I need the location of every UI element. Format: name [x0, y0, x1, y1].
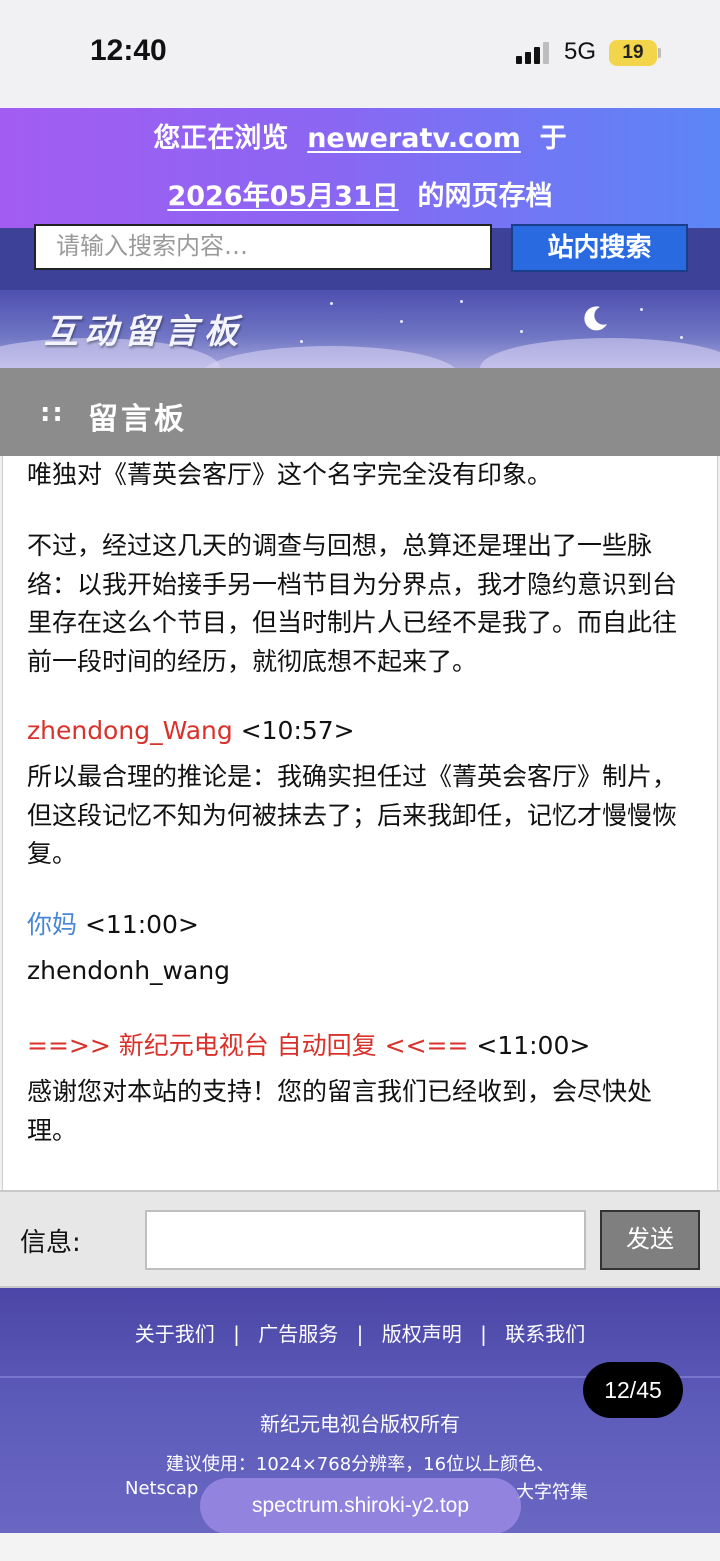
send-button[interactable]: 发送: [600, 1210, 700, 1270]
message-header: ==>> 新纪元电视台 自动回复 <<== <11:00>: [27, 1027, 590, 1065]
message-header: 你妈 <11:00>: [27, 906, 199, 944]
message-text: 唯独对《菁英会客厅》这个名字完全没有印象。: [27, 460, 553, 489]
footer-link-ads[interactable]: 广告服务: [258, 1318, 338, 1347]
message-header: zhendong_Wang <10:57>: [27, 712, 355, 750]
bottom-strip: [0, 1533, 720, 1561]
status-bar: 12:40 5G 19: [0, 0, 720, 108]
network-type: 5G: [564, 38, 597, 65]
message-list[interactable]: 唯独对《菁英会客厅》这个名字完全没有印象。 不过，经过这几天的调查与回想，总算还…: [2, 456, 718, 1190]
message-time: <10:57>: [240, 716, 355, 745]
browser-suggestion-end: 大字符集: [516, 1482, 588, 1503]
domain-pill[interactable]: spectrum.shiroki-y2.top: [200, 1478, 521, 1534]
archive-banner: 您正在浏览 neweratv.com 于 2026年05月31日 的网页存档: [0, 108, 720, 228]
message-input[interactable]: [145, 1210, 586, 1270]
message-time: <11:00>: [84, 910, 199, 939]
message-author: ==>> 新纪元电视台 自动回复 <<==: [27, 1031, 469, 1060]
cellular-signal-icon: [516, 42, 554, 64]
message-author[interactable]: 你妈: [27, 910, 77, 939]
search-bar: 请输入搜索内容… 站内搜索: [0, 224, 720, 290]
message-text: 所以最合理的推论是：我确实担任过《菁英会客厅》制片，但这段记忆不知为何被抹去了；…: [27, 762, 678, 868]
message-text: zhendonh_wang: [27, 956, 231, 985]
archive-prefix: 您正在浏览: [153, 123, 289, 154]
message-time: <11:00>: [476, 1031, 591, 1060]
browser-suggestion-start: Netscap: [125, 1478, 199, 1499]
footer-link-about[interactable]: 关于我们: [135, 1318, 215, 1347]
footer-separator: |: [233, 1322, 240, 1346]
archive-site-link[interactable]: neweratv.com: [307, 123, 521, 154]
message-text: 感谢您对本站的支持！您的留言我们已经收到，会尽快处理。: [27, 1077, 653, 1145]
battery-tip: [658, 48, 661, 58]
site-search-button[interactable]: 站内搜索: [511, 224, 688, 272]
status-time: 12:40: [90, 34, 167, 67]
message-input-bar: 信息: 发送: [0, 1190, 720, 1288]
footer-separator: |: [480, 1322, 487, 1346]
board-title: 互动留言板: [44, 312, 244, 352]
message-input-label: 信息:: [20, 1228, 81, 1258]
footer-links: 关于我们 | 广告服务 | 版权声明 | 联系我们: [0, 1318, 720, 1347]
archive-middle: 于: [539, 123, 567, 154]
battery-icon: 19: [609, 40, 657, 66]
footer-separator: |: [356, 1322, 364, 1346]
footer-link-copyright[interactable]: 版权声明: [382, 1318, 462, 1347]
archive-suffix: 的网页存档: [417, 181, 553, 212]
moon-icon: [584, 306, 607, 331]
board-banner: 互动留言板: [0, 290, 720, 368]
message-author[interactable]: zhendong_Wang: [27, 716, 233, 745]
section-header: :: 留言板: [0, 368, 720, 456]
section-dots-icon: ::: [40, 398, 65, 428]
page-indicator: 12/45: [583, 1362, 683, 1418]
section-title: 留言板: [88, 402, 187, 437]
browser-suggestion: 建议使用：1024×768分辨率，16位以上颜色、: [165, 1454, 555, 1475]
archive-date-link[interactable]: 2026年05月31日: [167, 181, 398, 212]
footer-link-contact[interactable]: 联系我们: [505, 1318, 585, 1347]
message-text: 不过，经过这几天的调查与回想，总算还是理出了一些脉络：以我开始接手另一档节目为分…: [27, 531, 678, 676]
search-input[interactable]: 请输入搜索内容…: [34, 224, 492, 270]
